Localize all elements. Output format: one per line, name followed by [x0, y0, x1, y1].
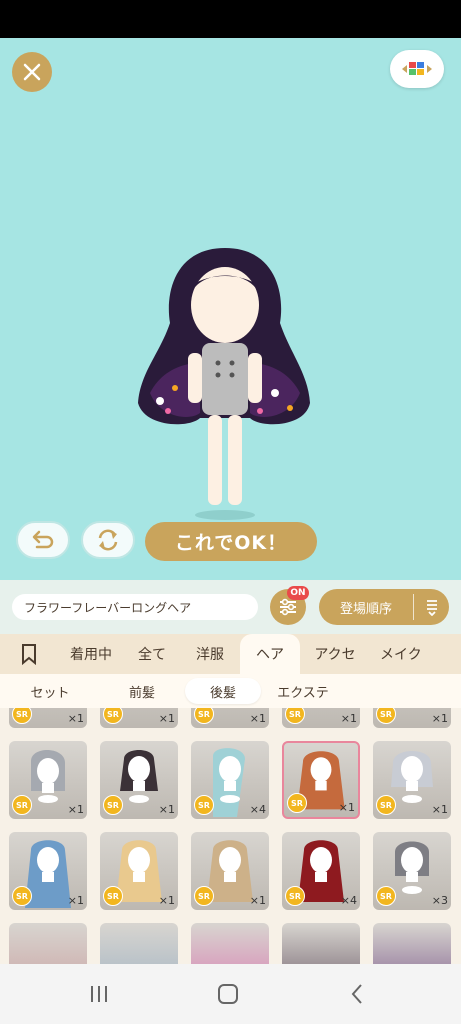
sr-badge: SR — [12, 708, 32, 724]
hair-item-grid: SR ×1 SR ×1 SR ×1 SR ×1 SR ×1 SR ×1 SR ×1 SR ×4 … — [0, 708, 461, 964]
tab-makeup[interactable]: メイク — [370, 634, 430, 674]
hair-subtabs: セット 前髪 後髪 エクステ — [0, 674, 461, 708]
hair-item-card[interactable]: SR ×1 — [100, 741, 178, 819]
hair-item-card[interactable]: SR ×1 — [191, 832, 269, 910]
home-button[interactable] — [213, 982, 243, 1006]
tab-hair[interactable]: ヘア — [240, 634, 300, 674]
sr-badge: SR — [376, 795, 396, 815]
sr-badge: SR — [12, 886, 32, 906]
sr-badge: SR — [103, 886, 123, 906]
item-count: ×3 — [431, 894, 448, 907]
selected-item-name: フラワーフレーバーロングヘア — [12, 594, 258, 620]
item-count: ×1 — [249, 712, 266, 725]
category-tabs: 着用中 全て 洋服 ヘア アクセ メイク — [0, 634, 461, 674]
hair-item-card[interactable]: SR ×1 — [9, 708, 87, 728]
subtab-set[interactable]: セット — [12, 678, 88, 704]
hair-item-card[interactable]: SR ×1 — [9, 741, 87, 819]
filter-on-badge: ON — [287, 586, 309, 600]
tab-accessory[interactable]: アクセ — [300, 634, 370, 674]
subtab-extension[interactable]: エクステ — [265, 678, 341, 704]
sr-badge: SR — [194, 886, 214, 906]
hair-item-card[interactable] — [9, 923, 87, 964]
sort-order-label: 登場順序 — [339, 601, 392, 617]
rotate-button[interactable] — [81, 521, 135, 559]
undo-icon — [32, 530, 54, 549]
undo-button[interactable] — [16, 521, 70, 559]
hair-item-card[interactable]: SR ×3 — [373, 832, 451, 910]
item-count: ×1 — [158, 803, 175, 816]
tab-clothes[interactable]: 洋服 — [180, 634, 240, 674]
sr-badge: SR — [194, 708, 214, 724]
confirm-ok-button[interactable]: これでOK！ — [145, 522, 317, 561]
hair-item-card-selected[interactable]: SR ×1 — [282, 741, 360, 819]
item-count: ×1 — [67, 712, 84, 725]
home-icon — [218, 984, 238, 1004]
sr-badge: SR — [103, 708, 123, 724]
hair-item-card[interactable]: SR ×1 — [191, 708, 269, 728]
recent-apps-icon — [91, 986, 107, 1002]
close-icon — [23, 63, 41, 81]
avatar-stage: これでOK！ — [0, 38, 461, 580]
hair-item-card[interactable]: SR ×1 — [373, 708, 451, 728]
subtab-front-hair[interactable]: 前髪 — [104, 678, 180, 704]
palette-icon — [402, 62, 432, 75]
tab-bookmark[interactable] — [0, 634, 58, 674]
sort-direction-toggle[interactable] — [414, 598, 449, 616]
item-count: ×4 — [249, 803, 266, 816]
status-bar — [0, 0, 461, 38]
sr-badge: SR — [285, 708, 305, 724]
tab-all[interactable]: 全て — [124, 634, 180, 674]
item-count: ×1 — [67, 894, 84, 907]
hair-item-card[interactable] — [282, 923, 360, 964]
palette-button[interactable] — [390, 50, 444, 88]
hair-item-card[interactable] — [373, 923, 451, 964]
item-count: ×1 — [338, 801, 355, 814]
sr-badge: SR — [376, 886, 396, 906]
hair-item-card[interactable] — [191, 923, 269, 964]
back-button[interactable] — [342, 982, 372, 1006]
sr-badge: SR — [287, 793, 307, 813]
hair-item-card[interactable]: SR ×1 — [373, 741, 451, 819]
hair-item-card[interactable]: SR ×1 — [100, 832, 178, 910]
item-count: ×4 — [340, 894, 357, 907]
tab-wearing[interactable]: 着用中 — [58, 634, 124, 674]
close-button[interactable] — [12, 52, 52, 92]
item-count: ×1 — [431, 803, 448, 816]
item-count: ×1 — [158, 894, 175, 907]
hair-item-card[interactable]: SR ×1 — [282, 708, 360, 728]
subtab-back-hair[interactable]: 後髪 — [185, 678, 261, 704]
avatar-character — [138, 248, 310, 520]
android-nav-bar — [0, 964, 461, 1024]
sr-badge: SR — [103, 795, 123, 815]
sr-badge: SR — [285, 886, 305, 906]
sort-icon — [426, 600, 437, 616]
bookmark-icon — [22, 644, 36, 665]
filter-icon — [280, 598, 296, 616]
hair-item-card[interactable]: SR ×1 — [100, 708, 178, 728]
hair-item-card[interactable]: SR ×4 — [191, 741, 269, 819]
item-count: ×1 — [158, 712, 175, 725]
sr-badge: SR — [12, 795, 32, 815]
sr-badge: SR — [194, 795, 214, 815]
hair-item-card[interactable]: SR ×4 — [282, 832, 360, 910]
item-count: ×1 — [340, 712, 357, 725]
recent-apps-button[interactable] — [84, 982, 114, 1006]
item-count: ×1 — [249, 894, 266, 907]
rotate-icon — [98, 529, 118, 551]
item-count: ×1 — [67, 803, 84, 816]
item-count: ×1 — [431, 712, 448, 725]
sr-badge: SR — [376, 708, 396, 724]
hair-item-card[interactable] — [100, 923, 178, 964]
sort-order-button[interactable]: 登場順序 — [319, 589, 449, 625]
hair-item-card[interactable]: SR ×1 — [9, 832, 87, 910]
back-icon — [351, 984, 362, 1004]
item-toolbar: フラワーフレーバーロングヘア ON 登場順序 — [0, 580, 461, 634]
